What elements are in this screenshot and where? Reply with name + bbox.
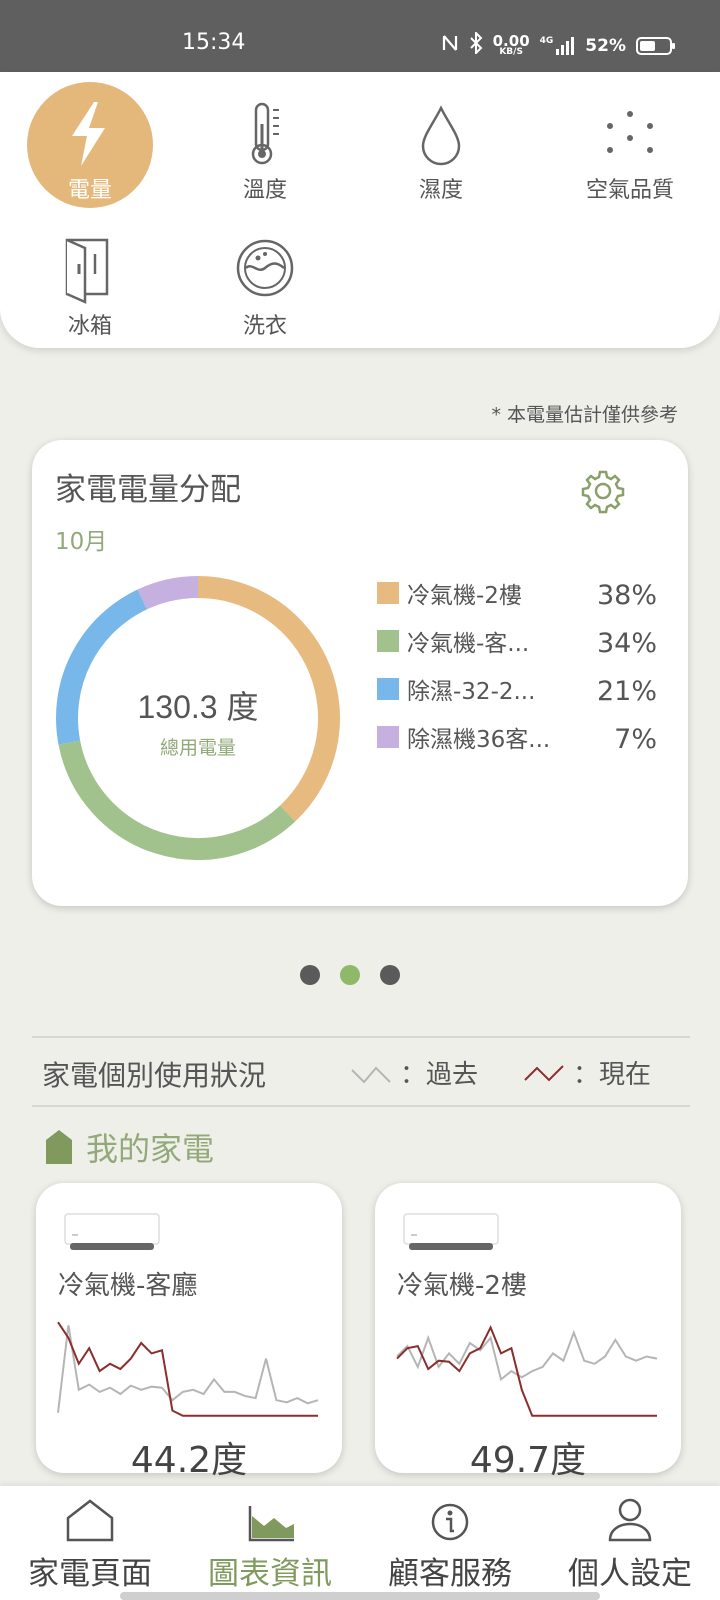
status-time: 15:34 [182, 30, 246, 55]
battery-icon [636, 36, 675, 55]
legend-item: 除濕機36客... 7% [377, 716, 657, 764]
device-card[interactable]: 冷氣機-2樓 49.7度 [375, 1183, 681, 1481]
bluetooth-icon [469, 30, 483, 59]
legend-item: 冷氣機-客... 34% [377, 620, 657, 668]
network-speed: 0.00 KB/S [492, 31, 530, 58]
page-dot[interactable] [340, 965, 360, 985]
distribution-card: 家電電量分配 10月 130.3 度 總用電量 冷氣機-2樓 38% 冷氣機-客.… [32, 440, 688, 906]
nav-customer-service[interactable]: 顧客服務 [360, 1486, 540, 1600]
usage-sparkline [57, 1321, 319, 1417]
category-humidity[interactable]: 濕度 [378, 82, 504, 208]
signal-icon: 4G [540, 36, 576, 56]
person-icon [540, 1498, 720, 1542]
air-conditioner-icon [64, 1213, 160, 1250]
battery-percent: 52% [585, 35, 626, 56]
info-icon [360, 1498, 540, 1542]
chart-legend: 冷氣機-2樓 38% 冷氣機-客... 34% 除濕-32-2... 21% 除濕機3… [377, 572, 657, 764]
past-line-icon [351, 1066, 391, 1083]
lightning-icon [27, 98, 153, 168]
legend-past: ：過去 [350, 1054, 478, 1091]
legend-swatch [377, 630, 399, 652]
device-name: 冷氣機-2樓 [397, 1271, 527, 1301]
category-temperature[interactable]: 溫度 [202, 82, 328, 208]
nav-settings[interactable]: 個人設定 [540, 1486, 720, 1600]
page-indicator [300, 965, 400, 985]
divider [32, 1105, 690, 1107]
legend-swatch [377, 726, 399, 748]
status-icons: 0.00 KB/S 4G 52% [441, 30, 675, 59]
total-label: 總用電量 [160, 737, 236, 759]
device-name: 冷氣機-客廳 [58, 1271, 198, 1301]
thermometer-icon [202, 98, 328, 168]
nav-charts[interactable]: 圖表資訊 [180, 1486, 360, 1600]
donut-slice [56, 589, 148, 745]
legend-now: ：現在 [523, 1054, 651, 1091]
chart-month: 10月 [55, 529, 108, 555]
air-conditioner-icon [403, 1213, 499, 1250]
my-appliances-header: 我的家電 [44, 1124, 214, 1170]
nav-appliances[interactable]: 家電頁面 [0, 1486, 180, 1600]
home-marker-icon [46, 1130, 72, 1164]
divider [32, 1036, 690, 1038]
donut-chart: 130.3 度 總用電量 [56, 576, 340, 860]
legend-swatch [377, 678, 399, 700]
now-line-icon [524, 1064, 564, 1081]
device-card[interactable]: 冷氣機-客廳 44.2度 [36, 1183, 342, 1481]
gesture-bar [120, 1592, 600, 1600]
device-usage: 44.2度 [130, 1440, 248, 1481]
house-icon [0, 1498, 180, 1542]
washer-icon [202, 234, 328, 304]
water-drop-icon [378, 98, 504, 168]
category-fridge[interactable]: 冰箱 [27, 218, 153, 344]
category-panel: 電量 溫度 濕度 空氣品質 冰箱 洗衣 [0, 72, 720, 348]
category-air-quality[interactable]: 空氣品質 [550, 82, 710, 208]
page-dot[interactable] [380, 965, 400, 985]
legend-item: 冷氣機-2樓 38% [377, 572, 657, 620]
nfc-icon [441, 33, 459, 58]
estimate-note: * 本電量估計僅供參考 [491, 404, 678, 426]
usage-sparkline [396, 1324, 658, 1417]
legend-item: 除濕-32-2... 21% [377, 668, 657, 716]
donut-slice [137, 576, 199, 610]
category-laundry[interactable]: 洗衣 [202, 218, 328, 344]
bottom-navigation: 家電頁面 圖表資訊 顧客服務 個人設定 [0, 1486, 720, 1600]
device-usage: 49.7度 [469, 1440, 587, 1481]
legend-swatch [377, 582, 399, 604]
gear-icon[interactable] [580, 468, 626, 518]
usage-title: 家電個別使用狀況 [42, 1059, 267, 1092]
total-value: 130.3 度 [138, 689, 259, 725]
dots-icon [550, 98, 710, 168]
page-dot[interactable] [300, 965, 320, 985]
chart-icon [180, 1498, 360, 1542]
status-bar: 15:34 0.00 KB/S 4G 52% [0, 0, 720, 72]
fridge-icon [27, 234, 153, 304]
chart-title: 家電電量分配 [55, 472, 241, 508]
category-power[interactable]: 電量 [27, 82, 153, 208]
